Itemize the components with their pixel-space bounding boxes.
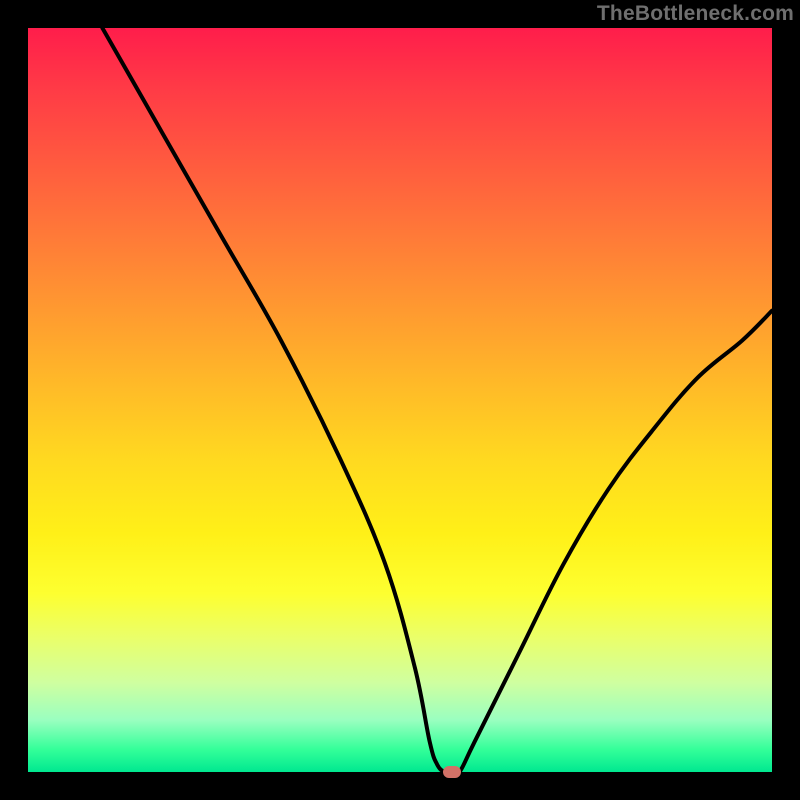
chart-frame: TheBottleneck.com	[0, 0, 800, 800]
chart-plot-area	[28, 28, 772, 772]
watermark-text: TheBottleneck.com	[597, 2, 794, 26]
bottleneck-curve	[28, 28, 772, 772]
optimal-marker	[443, 766, 461, 778]
